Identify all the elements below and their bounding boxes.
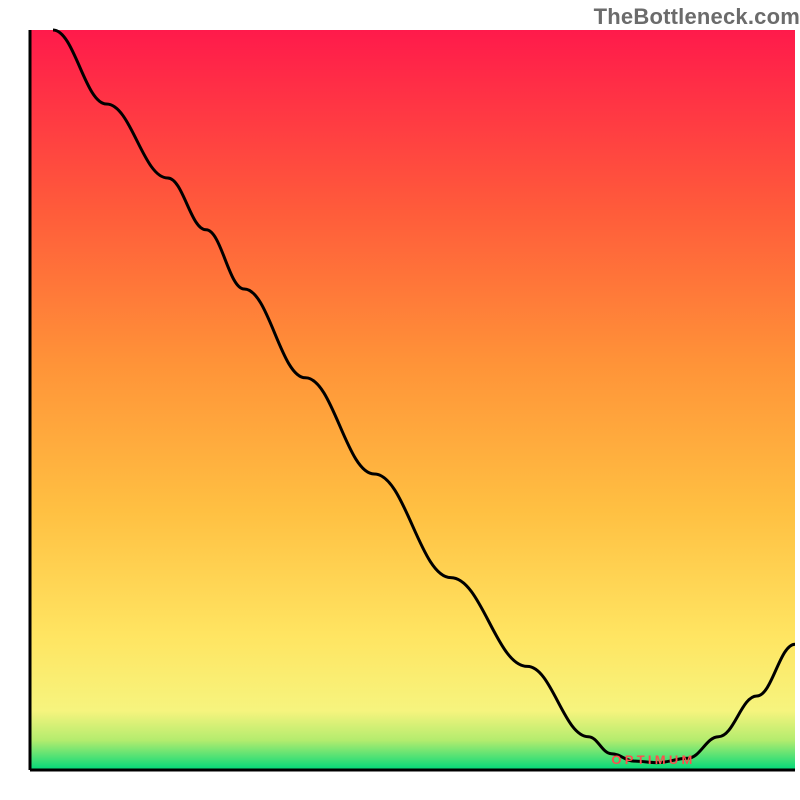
bottleneck-chart: OPTIMUM <box>0 0 800 800</box>
optimum-marker: OPTIMUM <box>611 753 695 767</box>
chart-container: { "watermark": "TheBottleneck.com", "cha… <box>0 0 800 800</box>
optimum-label: OPTIMUM <box>611 753 695 767</box>
gradient-background <box>30 30 795 770</box>
